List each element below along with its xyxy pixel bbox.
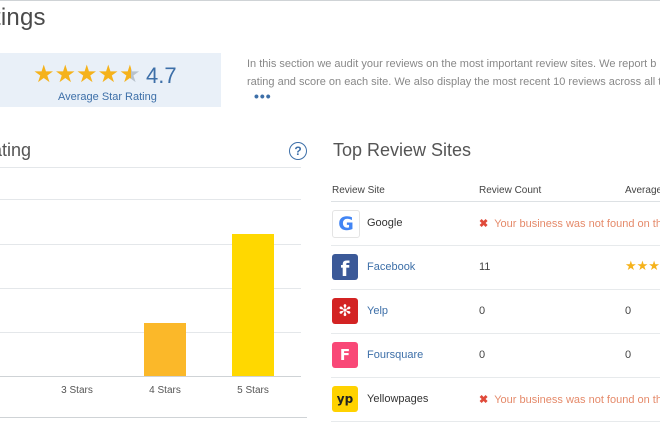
help-icon[interactable]: ?	[289, 142, 307, 160]
rating-panel-title: ating	[0, 140, 32, 160]
chart-baseline	[0, 376, 301, 377]
section-description: In this section we audit your reviews on…	[247, 55, 660, 91]
average-rating: 0	[625, 305, 632, 317]
average-rating: 0	[625, 349, 632, 361]
facebook-icon: f	[332, 254, 358, 281]
column-header-count: Review Count	[479, 185, 542, 196]
bar-5-stars	[232, 234, 274, 376]
review-count: 11	[479, 261, 491, 273]
more-button[interactable]: •••	[254, 88, 272, 104]
not-found-message: ✖ Your business was not found on th	[479, 217, 660, 230]
error-x-icon: ✖	[479, 394, 489, 406]
review-count: 0	[479, 349, 486, 361]
foursquare-icon: F	[332, 342, 358, 368]
rating-distribution-chart: s3 Stars4 Stars5 Stars	[0, 167, 307, 422]
yelp-icon: ✻	[332, 298, 358, 324]
bar-4-stars	[144, 322, 186, 376]
average-score: 4.7	[146, 63, 177, 88]
table-row: G Google ✖ Your business was not found on t…	[331, 202, 660, 246]
column-header-site: Review Site	[332, 185, 385, 196]
grid-line	[0, 199, 301, 200]
yellowpages-icon: yp	[332, 386, 358, 412]
description-line: rating and score on each site. We also d…	[247, 76, 660, 88]
table-row: F Foursquare 0 0	[331, 334, 660, 378]
star-icon: ★	[97, 61, 120, 88]
page-title: tings	[0, 4, 46, 31]
average-rating-label: Average Star Rating	[58, 91, 157, 103]
tick-label: 3 Stars	[61, 385, 93, 396]
panel-bottom-divider	[0, 417, 307, 418]
star-icon: ★	[33, 61, 55, 88]
site-name[interactable]: Yelp	[367, 305, 388, 317]
review-count: 0	[479, 305, 486, 317]
star-icon: ★	[76, 61, 98, 88]
top-divider	[0, 0, 660, 1]
table-row: yp Yellowpages ✖ Your business was not foun…	[331, 378, 660, 422]
grid-line	[0, 167, 301, 168]
star-icon: ★	[54, 61, 77, 88]
average-stars: ★★★★★	[33, 61, 141, 89]
error-x-icon: ✖	[479, 218, 489, 230]
site-name: Yellowpages	[367, 393, 429, 405]
google-icon: G	[332, 210, 360, 238]
error-text: Your business was not found on th	[494, 218, 660, 230]
not-found-message: ✖ Your business was not found on th	[479, 393, 660, 406]
table-row: f Facebook 11 ★★★	[331, 246, 660, 290]
review-sites-title: Top Review Sites	[333, 140, 472, 160]
site-name[interactable]: Foursquare	[367, 349, 423, 361]
table-row: ✻ Yelp 0 0	[331, 290, 660, 334]
description-line: In this section we audit your reviews on…	[247, 58, 657, 70]
column-header-average: Average	[625, 185, 660, 196]
average-rating-card: ★★★★★ 4.7 Average Star Rating	[0, 53, 221, 107]
row-divider	[331, 421, 660, 422]
site-name[interactable]: Facebook	[367, 261, 415, 273]
site-name: Google	[367, 217, 403, 229]
tick-label: 5 Stars	[237, 385, 269, 396]
tick-label: 4 Stars	[149, 385, 181, 396]
half-star-icon: ★	[119, 61, 141, 88]
error-text: Your business was not found on th	[494, 394, 660, 406]
average-stars: ★★★	[625, 258, 660, 273]
